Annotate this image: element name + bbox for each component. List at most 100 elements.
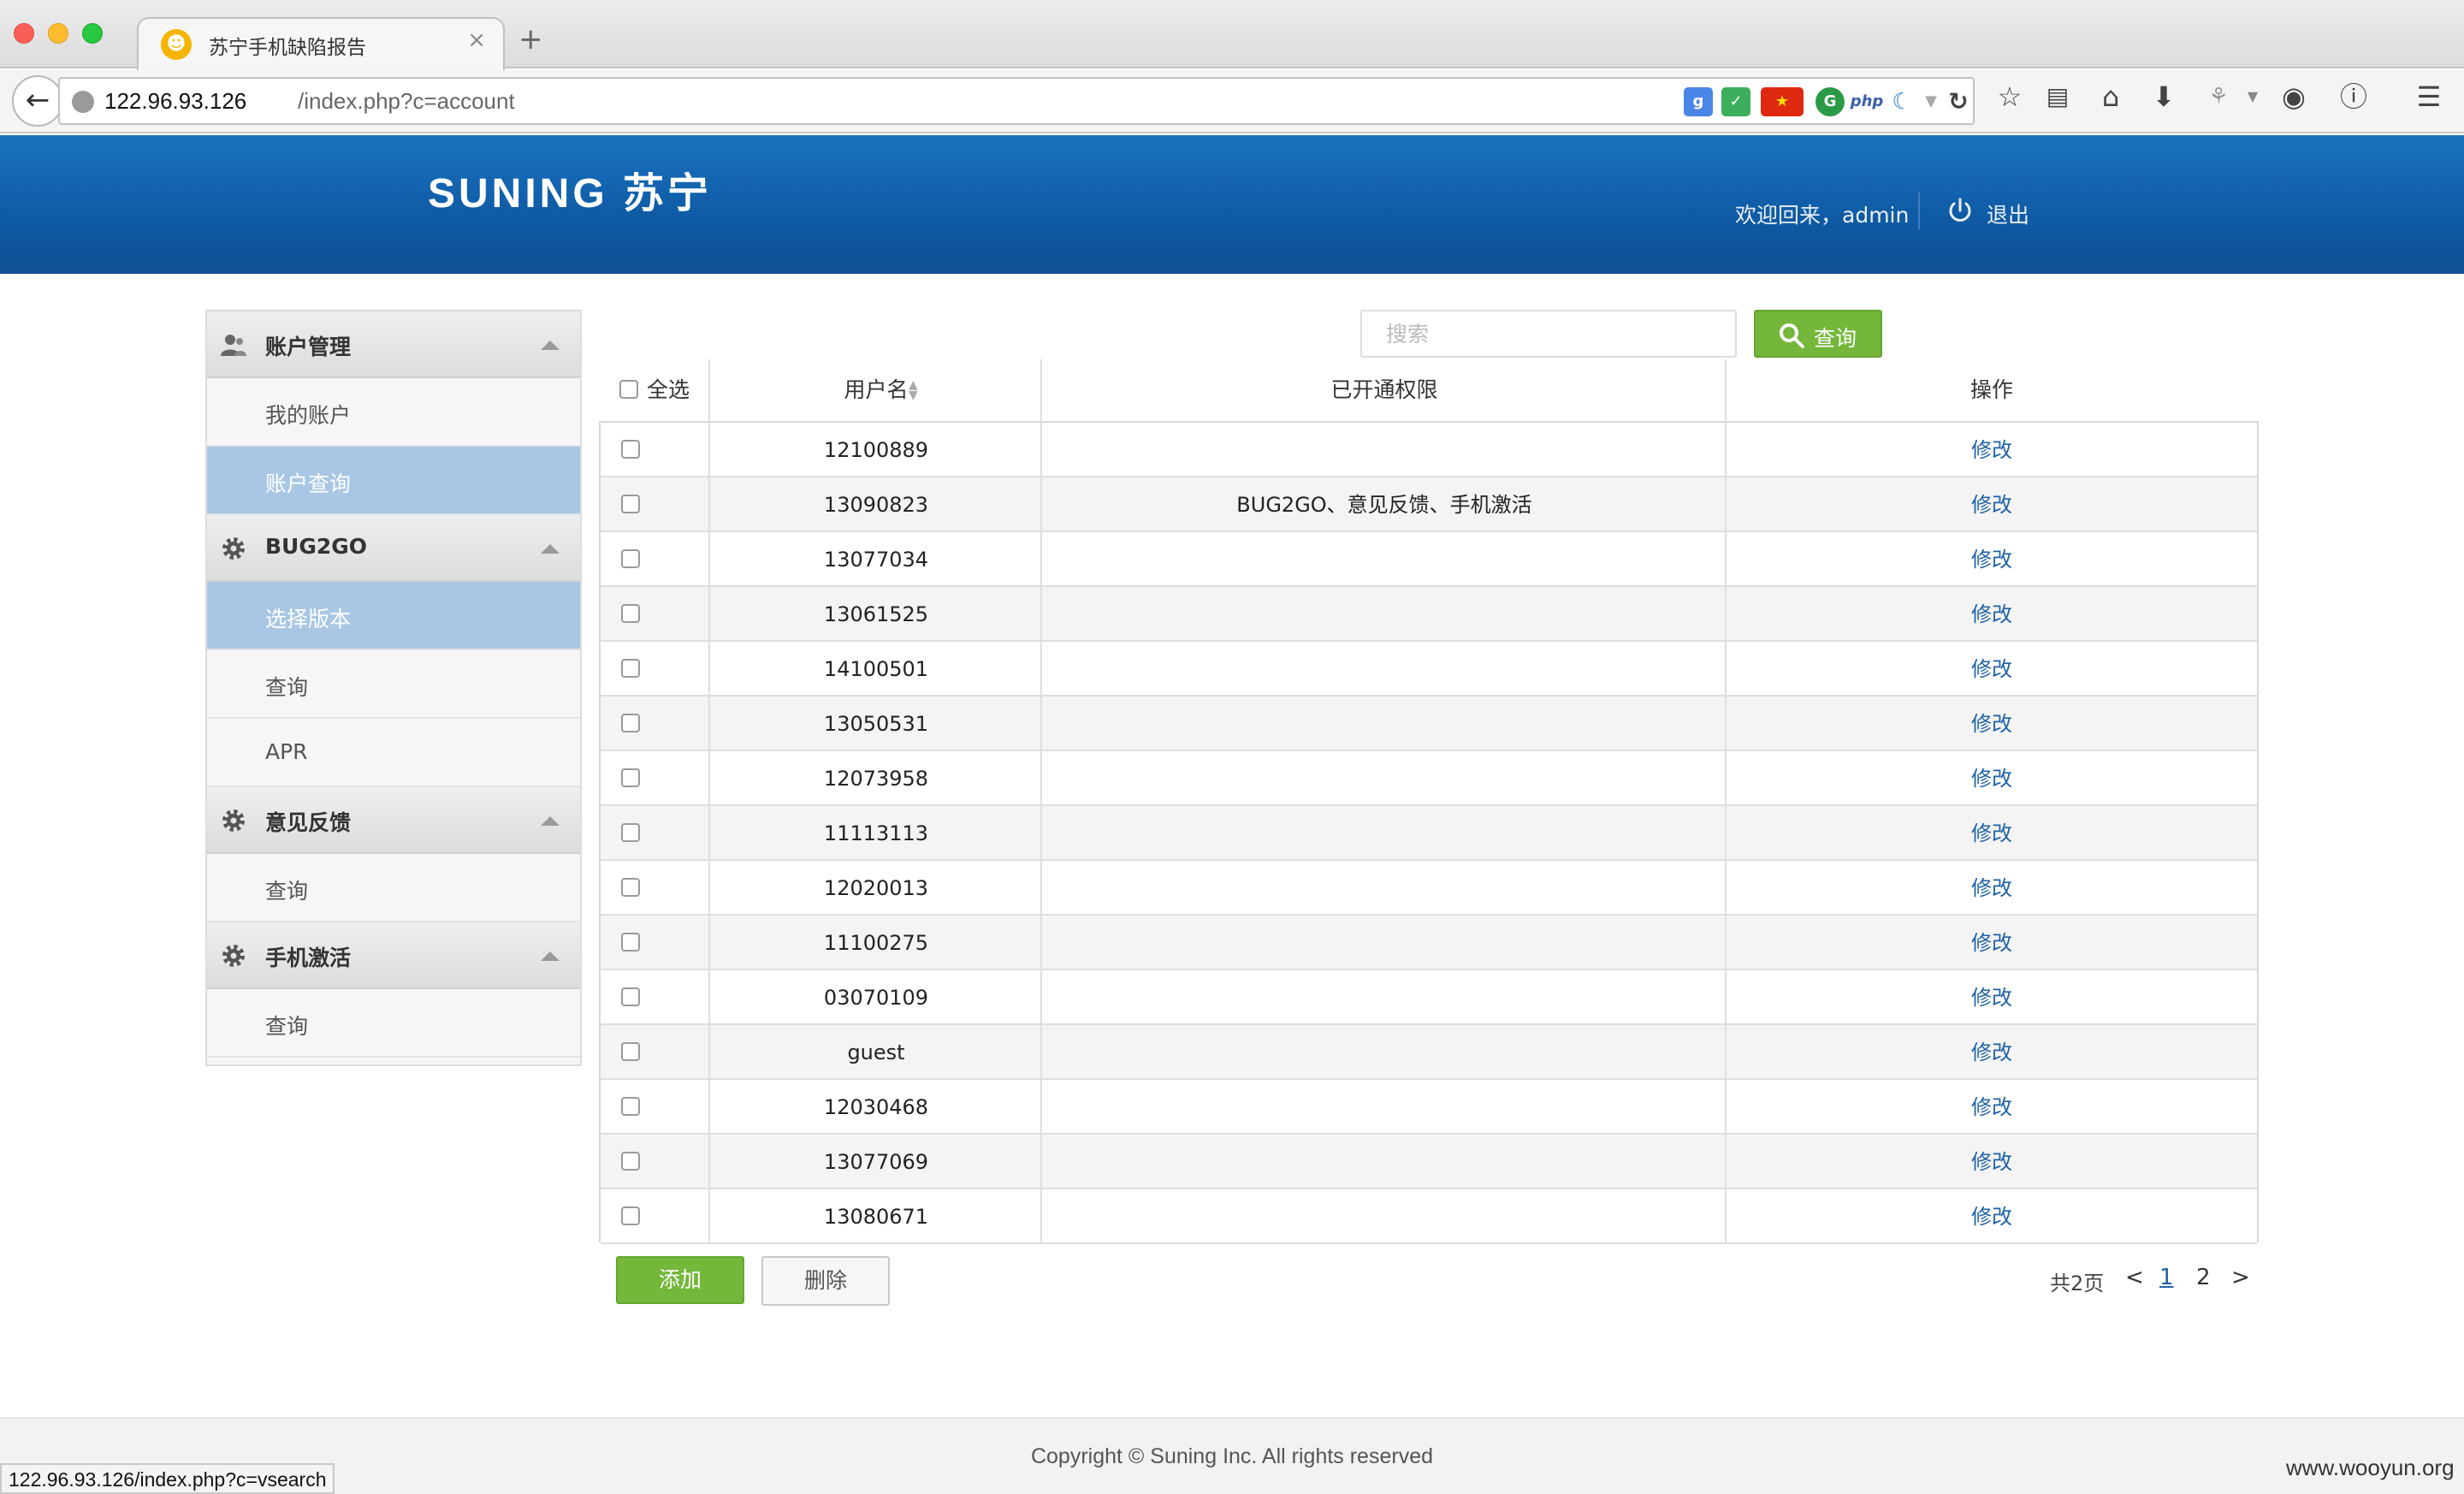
close-tab-icon[interactable]: × <box>467 27 486 53</box>
maximize-window-button[interactable] <box>82 23 103 44</box>
cell-permissions <box>1042 532 1727 587</box>
search-input[interactable] <box>1360 310 1737 358</box>
row-checkbox[interactable] <box>621 878 640 897</box>
info-icon[interactable]: ⓘ <box>2336 79 2372 115</box>
sidebar-item-select-version[interactable]: 选择版本 <box>207 582 580 650</box>
column-divider <box>1040 642 1042 697</box>
row-checkbox[interactable] <box>621 714 640 732</box>
reading-list-icon[interactable]: ▤ <box>2040 79 2076 115</box>
bookmark-star-icon[interactable]: ☆ <box>1992 79 2028 115</box>
sidebar-group-bug2go[interactable]: BUG2GO <box>207 515 580 582</box>
row-checkbox[interactable] <box>621 604 640 623</box>
row-checkbox[interactable] <box>621 823 640 842</box>
edit-link[interactable]: 修改 <box>1727 1080 2257 1135</box>
row-checkbox[interactable] <box>621 1097 640 1116</box>
moon-icon[interactable]: ☾ <box>1887 87 1916 116</box>
minimize-window-button[interactable] <box>48 23 68 44</box>
select-all-checkbox[interactable] <box>619 380 638 399</box>
suning-logo[interactable]: SUNING 苏宁 <box>428 159 712 219</box>
sidebar-group-activation[interactable]: 手机激活 <box>207 922 580 989</box>
edit-link[interactable]: 修改 <box>1727 642 2257 697</box>
row-checkbox[interactable] <box>621 659 640 678</box>
collapse-arrow-icon[interactable] <box>541 341 560 350</box>
shield-icon[interactable]: ✓ <box>1721 87 1750 116</box>
extension-icon[interactable]: ⚘ <box>2200 79 2236 115</box>
edit-link[interactable]: 修改 <box>1727 751 2257 806</box>
download-icon[interactable]: ⬇ <box>2146 79 2182 115</box>
reload-icon[interactable]: ↻ <box>1944 87 1973 116</box>
gear-icon <box>222 537 245 560</box>
sidebar-group-account[interactable]: 账户管理 <box>207 311 580 378</box>
edit-link[interactable]: 修改 <box>1727 970 2257 1025</box>
column-divider <box>1040 1080 1042 1135</box>
address-bar[interactable]: 122.96.93.126 /index.php?c=account g ✓ ★… <box>58 77 1975 125</box>
cell-permissions <box>1042 587 1727 642</box>
cell-username: 11100275 <box>823 931 929 955</box>
php-icon[interactable]: php <box>1848 87 1886 116</box>
edit-link[interactable]: 修改 <box>1727 806 2257 861</box>
row-checkbox[interactable] <box>621 987 640 1006</box>
sidebar-item-bug2go-query[interactable]: 查询 <box>207 650 580 719</box>
sidebar-item-apr[interactable]: APR <box>207 719 580 787</box>
sidebar-item-my-account[interactable]: 我的账户 <box>207 378 580 447</box>
row-checkbox[interactable] <box>621 1042 640 1061</box>
new-tab-button[interactable]: + <box>518 22 543 56</box>
edit-link[interactable]: 修改 <box>1727 1025 2257 1080</box>
g-extension-icon[interactable]: G <box>1815 87 1845 116</box>
column-header-username[interactable]: 用户名 <box>710 359 1042 421</box>
row-checkbox[interactable] <box>621 440 640 459</box>
row-checkbox[interactable] <box>621 495 640 513</box>
browser-navbar: ← 122.96.93.126 /index.php?c=account g ✓… <box>0 70 2464 133</box>
delete-button[interactable]: 删除 <box>761 1256 890 1306</box>
row-checkbox[interactable] <box>621 768 640 787</box>
google-translate-icon[interactable]: g <box>1684 87 1713 116</box>
collapse-arrow-icon[interactable] <box>541 816 560 826</box>
collapse-arrow-icon[interactable] <box>541 952 560 961</box>
table-row: 12100889 修改 <box>601 423 2257 477</box>
column-divider <box>1725 806 1727 861</box>
pager-next-button[interactable]: > <box>2231 1265 2250 1290</box>
logout-link[interactable]: 退出 <box>1987 199 2029 229</box>
edit-link[interactable]: 修改 <box>1727 1189 2257 1244</box>
table-header: 全选 用户名 ▲ ▼ 已开通权限 操作 <box>599 359 2259 421</box>
search-button[interactable]: 查询 <box>1754 310 1882 358</box>
home-icon[interactable]: ⌂ <box>2093 79 2129 115</box>
power-icon[interactable] <box>1946 196 1975 225</box>
row-checkbox[interactable] <box>621 549 640 568</box>
edit-link[interactable]: 修改 <box>1727 861 2257 916</box>
sidebar-item-activation-query[interactable]: 查询 <box>207 989 580 1058</box>
extension-dropdown-icon[interactable]: ▼ <box>2235 79 2271 115</box>
menu-icon[interactable]: ☰ <box>2411 79 2447 115</box>
row-checkbox[interactable] <box>621 933 640 952</box>
china-flag-icon[interactable]: ★ <box>1761 87 1804 116</box>
close-window-button[interactable] <box>14 23 34 44</box>
pager-page-2[interactable]: 2 <box>2196 1265 2211 1290</box>
cell-username: 12073958 <box>823 767 929 791</box>
edit-link[interactable]: 修改 <box>1727 697 2257 751</box>
back-arrow-icon[interactable]: ← <box>12 75 63 127</box>
cell-username: 14100501 <box>823 657 929 681</box>
edit-link[interactable]: 修改 <box>1727 477 2257 532</box>
sidebar-item-feedback-query[interactable]: 查询 <box>207 854 580 922</box>
table-row: 11113113 修改 <box>601 806 2257 861</box>
pager-page-1[interactable]: 1 <box>2159 1265 2174 1290</box>
edit-link[interactable]: 修改 <box>1727 532 2257 587</box>
sidebar-item-account-query[interactable]: 账户查询 <box>207 447 580 515</box>
browser-tab[interactable]: ☻ 苏宁手机缺陷报告 × <box>137 17 505 70</box>
dropdown-arrow-icon[interactable]: ▼ <box>1916 87 1946 116</box>
edit-link[interactable]: 修改 <box>1727 916 2257 970</box>
edit-link[interactable]: 修改 <box>1727 1135 2257 1189</box>
row-checkbox[interactable] <box>621 1152 640 1171</box>
edit-link[interactable]: 修改 <box>1727 587 2257 642</box>
edit-link[interactable]: 修改 <box>1727 423 2257 477</box>
collapse-arrow-icon[interactable] <box>541 544 560 554</box>
globe-menu-icon[interactable]: ◉ <box>2276 79 2312 115</box>
sidebar-group-label: 手机激活 <box>265 946 352 970</box>
row-checkbox[interactable] <box>621 1206 640 1225</box>
add-button[interactable]: 添加 <box>616 1256 744 1304</box>
sidebar-group-feedback[interactable]: 意见反馈 <box>207 787 580 854</box>
sort-icon[interactable]: ▲ ▼ <box>909 379 918 401</box>
table-row: 13061525 修改 <box>601 587 2257 642</box>
cell-permissions <box>1042 751 1727 806</box>
pager-prev-button[interactable]: < <box>2125 1265 2144 1290</box>
